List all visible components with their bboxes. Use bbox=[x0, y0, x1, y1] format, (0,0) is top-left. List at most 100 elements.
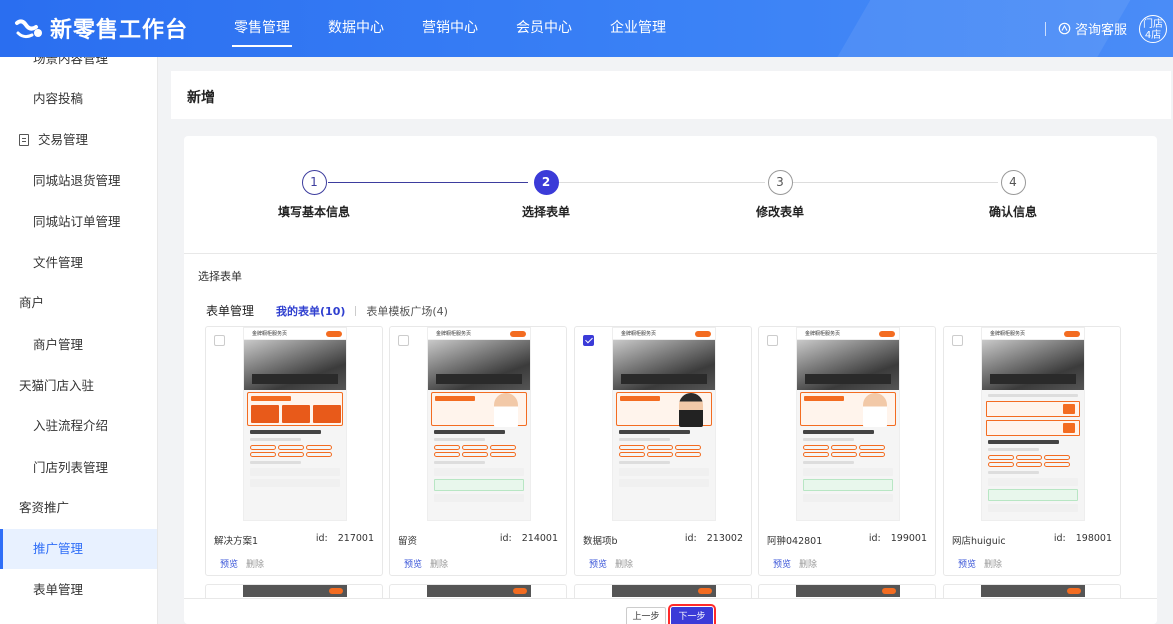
thumbnail-input-field bbox=[250, 468, 340, 476]
sidebar-item[interactable]: 天猫门店入驻 bbox=[0, 366, 157, 406]
sidebar-item[interactable]: 文件管理 bbox=[0, 243, 157, 283]
thumbnail-hero-image bbox=[428, 340, 530, 390]
form-card[interactable]: 金牌橱柜服务页 解决方案1 id: 217001 预览 删除 bbox=[205, 326, 383, 576]
thumbnail-gift-box bbox=[986, 401, 1080, 417]
option-chip bbox=[278, 452, 304, 457]
option-chip bbox=[619, 452, 645, 457]
option-chip bbox=[490, 445, 516, 450]
form-card-name: 阿翀042801 bbox=[767, 536, 823, 547]
sidebar-item[interactable]: 同城站退货管理 bbox=[0, 161, 157, 201]
sidebar-item-label: 文件管理 bbox=[33, 255, 84, 270]
form-card-name: 数据项b bbox=[583, 536, 618, 547]
sidebar-item[interactable]: 客资推广 bbox=[0, 488, 157, 528]
form-card-checkbox[interactable] bbox=[767, 335, 778, 346]
sidebar-item[interactable]: 场景内容管理 bbox=[0, 57, 157, 79]
thumbnail-hero-image bbox=[244, 340, 346, 390]
select-form-title: 选择表单 bbox=[198, 270, 242, 283]
sidebar-item-label: 内容投稿 bbox=[33, 91, 84, 106]
store-avatar[interactable]: 门店 4店 bbox=[1139, 14, 1167, 43]
delete-link[interactable]: 删除 bbox=[984, 560, 1002, 570]
support-label: 咨询客服 bbox=[1074, 23, 1127, 38]
promo-title-bar bbox=[620, 396, 660, 401]
sidebar-item[interactable]: 商户管理 bbox=[0, 325, 157, 365]
next-step-button[interactable]: 下一步 bbox=[668, 604, 716, 624]
form-preview-thumbnail: 金牌橱柜服务页 bbox=[427, 327, 531, 521]
option-chip bbox=[250, 445, 276, 450]
nav-item[interactable]: 会员中心 bbox=[504, 0, 584, 57]
delete-link[interactable]: 删除 bbox=[246, 560, 264, 570]
option-chip bbox=[859, 445, 885, 450]
preview-link[interactable]: 预览 bbox=[220, 560, 238, 570]
option-chip bbox=[490, 452, 516, 457]
thumbnail-option-chips bbox=[988, 455, 1078, 467]
sidebar-item[interactable]: 同城站订单管理 bbox=[0, 202, 157, 242]
thumbnail-input-field bbox=[988, 478, 1078, 486]
form-card-checkbox[interactable] bbox=[214, 335, 225, 346]
form-tabs-heading: 表单管理 bbox=[206, 304, 255, 318]
promo-title-bar bbox=[804, 396, 844, 401]
nav-item[interactable]: 营销中心 bbox=[410, 0, 490, 57]
promo-tile bbox=[282, 405, 310, 423]
thumbnail-privacy-notice bbox=[988, 489, 1078, 501]
nav-item[interactable]: 企业管理 bbox=[598, 0, 678, 57]
sidebar-item[interactable]: 内容投稿 bbox=[0, 79, 157, 119]
sidebar-item[interactable]: 入驻流程介绍 bbox=[0, 406, 157, 446]
sidebar-item[interactable]: 表单管理 bbox=[0, 570, 157, 610]
option-chip bbox=[803, 445, 829, 450]
page-title: 新增 bbox=[187, 90, 215, 106]
form-card-checkbox[interactable] bbox=[952, 335, 963, 346]
option-chip bbox=[250, 452, 276, 457]
form-card-checkbox[interactable] bbox=[583, 335, 594, 346]
page-header: 新增 bbox=[171, 71, 1171, 119]
option-chip bbox=[462, 445, 488, 450]
step-circle: 3 bbox=[767, 170, 793, 195]
nav-item[interactable]: 零售管理 bbox=[222, 0, 302, 57]
sidebar-item[interactable]: 商户 bbox=[0, 283, 157, 323]
tab-my-forms[interactable]: 我的表单(10) bbox=[276, 303, 345, 319]
option-chip bbox=[1016, 455, 1042, 460]
sidebar-item[interactable]: 交易管理 bbox=[0, 120, 157, 160]
thumbnail-text-line bbox=[988, 471, 1039, 474]
thumbnail-header-title: 金牌橱柜服务页 bbox=[436, 331, 472, 337]
tab-template-market[interactable]: 表单模板广场(4) bbox=[366, 303, 448, 319]
thumbnail-text-line bbox=[619, 438, 670, 441]
thumbnail-input-field bbox=[434, 468, 524, 476]
form-card-id: id: 199001 bbox=[869, 533, 927, 544]
form-card-checkbox[interactable] bbox=[398, 335, 409, 346]
preview-link[interactable]: 预览 bbox=[773, 560, 791, 570]
app-logo[interactable]: 新零售工作台 bbox=[14, 12, 188, 44]
thumbnail-text-line bbox=[250, 438, 301, 441]
form-card[interactable]: 金牌橱柜服务页 网店huiguic id: 198001 预览 删除 bbox=[943, 326, 1121, 576]
avatar-line-2: 4店 bbox=[1144, 29, 1162, 41]
card-thumbnail bbox=[981, 585, 1085, 597]
consultant-image bbox=[494, 393, 518, 427]
card-thumbnail bbox=[427, 585, 531, 597]
preview-link[interactable]: 预览 bbox=[958, 560, 976, 570]
nav-item[interactable]: 数据中心 bbox=[316, 0, 396, 57]
option-chip bbox=[306, 452, 332, 457]
thumbnail-header: 金牌橱柜服务页 bbox=[244, 328, 346, 340]
form-card[interactable]: 金牌橱柜服务页 留资 id: 214001 预览 删除 bbox=[389, 326, 567, 576]
thumbnail-privacy-notice bbox=[803, 479, 893, 491]
thumbnail-text-line bbox=[988, 394, 1078, 397]
preview-link[interactable]: 预览 bbox=[404, 560, 422, 570]
card-thumbnail bbox=[243, 585, 347, 597]
content-panel: 1 填写基本信息 2 选择表单 3 修改表单 4 确认信息 选择表单 表单管理 我的表单(10… bbox=[184, 136, 1157, 624]
delete-link[interactable]: 删除 bbox=[799, 560, 817, 570]
support-link[interactable]: 咨询客服 bbox=[1058, 19, 1127, 38]
sidebar-item-label: 同城站订单管理 bbox=[33, 214, 121, 229]
delete-link[interactable]: 删除 bbox=[615, 560, 633, 570]
form-card-id-value: 214001 bbox=[521, 533, 558, 544]
form-card-id-label: id: bbox=[315, 533, 328, 544]
sidebar-item[interactable]: 门店列表管理 bbox=[0, 448, 157, 488]
form-card[interactable]: 金牌橱柜服务页 阿翀042801 id: 199001 预览 删除 bbox=[758, 326, 936, 576]
form-card[interactable]: 金牌橱柜服务页 数据项b id: 213002 预览 删除 bbox=[574, 326, 752, 576]
sidebar-item[interactable]: 推广管理 bbox=[0, 529, 157, 569]
preview-link[interactable]: 预览 bbox=[589, 560, 607, 570]
form-preview-thumbnail: 金牌橱柜服务页 bbox=[243, 327, 347, 521]
prev-step-button[interactable]: 上一步 bbox=[626, 607, 666, 624]
delete-link[interactable]: 删除 bbox=[430, 560, 448, 570]
sidebar-item-label: 推广管理 bbox=[33, 541, 84, 556]
thumbnail-store-name bbox=[803, 430, 875, 434]
step-label: 修改表单 bbox=[755, 205, 804, 219]
